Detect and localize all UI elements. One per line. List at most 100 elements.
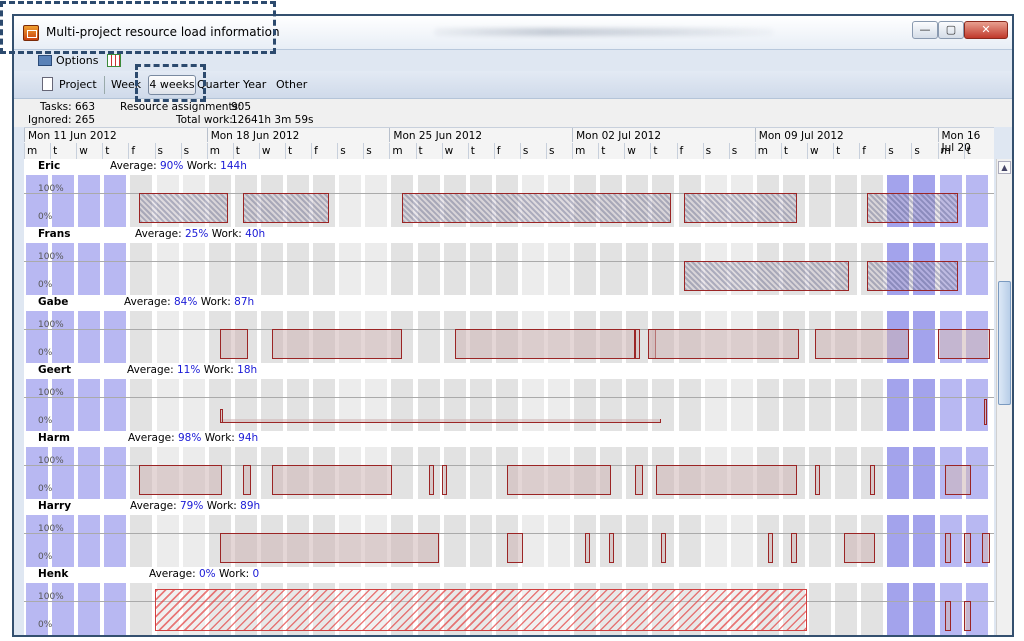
day-load-column	[939, 515, 962, 567]
minimize-button[interactable]: —	[912, 21, 938, 39]
year-button[interactable]: Year	[243, 78, 266, 91]
load-bar	[634, 465, 643, 495]
day-column-header: t	[285, 143, 311, 159]
axis-label-100: 100%	[38, 388, 64, 398]
resource-name: Eric	[38, 160, 61, 172]
day-load-column	[104, 311, 127, 363]
day-load-column	[443, 379, 466, 431]
day-load-column	[52, 583, 75, 635]
quarter-button[interactable]: Quarter	[197, 78, 240, 91]
day-column-header: f	[676, 143, 703, 159]
four-weeks-button[interactable]: 4 weeks	[148, 75, 196, 95]
title-bar[interactable]: Multi-project resource load information …	[14, 16, 1012, 50]
week-divider	[24, 128, 25, 142]
load-bar	[655, 465, 797, 495]
load-bar	[506, 533, 523, 563]
day-load-column	[913, 583, 936, 635]
day-load-column	[52, 379, 75, 431]
day-column-header: t	[50, 143, 76, 159]
resource-row-header[interactable]: Frans Average: 25% Work: 40h	[24, 227, 994, 243]
other-button[interactable]: Other	[276, 78, 307, 91]
day-load-column	[104, 515, 127, 567]
resource-load-lane: 100% 0%	[24, 515, 994, 567]
day-column-header: t	[833, 143, 859, 159]
load-bar	[506, 465, 612, 495]
resource-load-lane: 100% 0%	[24, 311, 994, 363]
week-divider	[937, 128, 939, 142]
week-button[interactable]: Week	[111, 78, 141, 91]
day-load-column	[809, 515, 832, 567]
day-load-column	[156, 243, 179, 295]
average-value: 0%	[199, 568, 216, 580]
day-load-column	[78, 243, 101, 295]
resource-average: Average: 79% Work: 89h	[130, 500, 260, 512]
day-load-column	[260, 243, 283, 295]
day-load-column	[861, 379, 884, 431]
day-column-header: s	[885, 143, 911, 159]
grid-view-icon[interactable]	[107, 54, 121, 67]
average-label: Average:	[124, 296, 171, 308]
average-label: Average:	[128, 432, 175, 444]
resource-row-header[interactable]: Eric Average: 90% Work: 144h	[24, 159, 994, 175]
close-button[interactable]: ✕	[964, 21, 1008, 39]
load-bar	[963, 533, 972, 563]
resource-average: Average: 98% Work: 94h	[128, 432, 258, 444]
resource-average: Average: 84% Work: 87h	[124, 296, 254, 308]
average-value: 84%	[174, 296, 198, 308]
resource-row-header[interactable]: Harry Average: 79% Work: 89h	[24, 499, 994, 515]
vertical-scrollbar[interactable]: ▲	[996, 159, 1012, 635]
day-load-column	[678, 379, 701, 431]
day-load-column	[313, 379, 336, 431]
resource-name: Harm	[38, 432, 70, 444]
day-column-header: f	[493, 143, 520, 159]
load-bar	[243, 465, 252, 495]
resource-row-header[interactable]: Harm Average: 98% Work: 94h	[24, 431, 994, 447]
blurred-title-text	[434, 28, 774, 36]
average-label: Average:	[127, 364, 174, 376]
timeline-header: Mon 11 Jun 2012 Mon 18 Jun 2012 Mon 25 Jun…	[24, 127, 994, 159]
scroll-up-icon[interactable]: ▲	[998, 161, 1011, 174]
resource-name: Gabe	[38, 296, 69, 308]
day-load-column	[965, 175, 988, 227]
day-load-column	[52, 243, 75, 295]
day-load-column	[443, 447, 466, 499]
resource-name: Frans	[38, 228, 71, 240]
project-button[interactable]: Project	[59, 78, 97, 91]
day-load-column	[469, 243, 492, 295]
week-label: Mon 18 Jun 2012	[210, 130, 300, 142]
week-label: Mon 09 Jul 2012	[758, 130, 844, 142]
load-bar	[945, 533, 951, 563]
day-column-header: w	[76, 143, 102, 159]
day-load-column	[104, 583, 127, 635]
resource-row-header[interactable]: Geert Average: 11% Work: 18h	[24, 363, 994, 379]
options-button[interactable]: Options	[56, 54, 98, 67]
day-load-column	[887, 447, 910, 499]
day-column-header: t	[102, 143, 128, 159]
day-load-column	[521, 515, 544, 567]
assignments-label: Resource assignments:	[120, 101, 242, 113]
day-load-column	[391, 379, 414, 431]
resource-row-header[interactable]: Gabe Average: 84% Work: 87h	[24, 295, 994, 311]
scrollbar-thumb[interactable]	[998, 281, 1011, 405]
day-load-column	[339, 243, 362, 295]
maximize-button[interactable]: ▢	[938, 21, 964, 39]
day-load-column	[574, 379, 597, 431]
resource-load-lane: 100% 0%	[24, 379, 994, 431]
window-title: Multi-project resource load information	[46, 25, 280, 39]
load-bar	[154, 589, 807, 631]
day-load-column	[939, 583, 962, 635]
toolbar-separator	[104, 76, 105, 94]
work-value: 87h	[234, 296, 255, 308]
day-column-header: f	[128, 143, 154, 159]
load-bar	[684, 193, 797, 223]
day-column-header: t	[598, 143, 624, 159]
day-column-header: m	[754, 143, 781, 159]
day-load-column	[913, 311, 936, 363]
resource-row-header[interactable]: Henk Average: 0% Work: 0	[24, 567, 994, 583]
day-load-column	[313, 243, 336, 295]
day-column-header: w	[807, 143, 833, 159]
day-load-column	[365, 379, 388, 431]
axis-label-0: 0%	[38, 552, 53, 562]
load-bar	[684, 261, 849, 291]
day-load-column	[887, 583, 910, 635]
